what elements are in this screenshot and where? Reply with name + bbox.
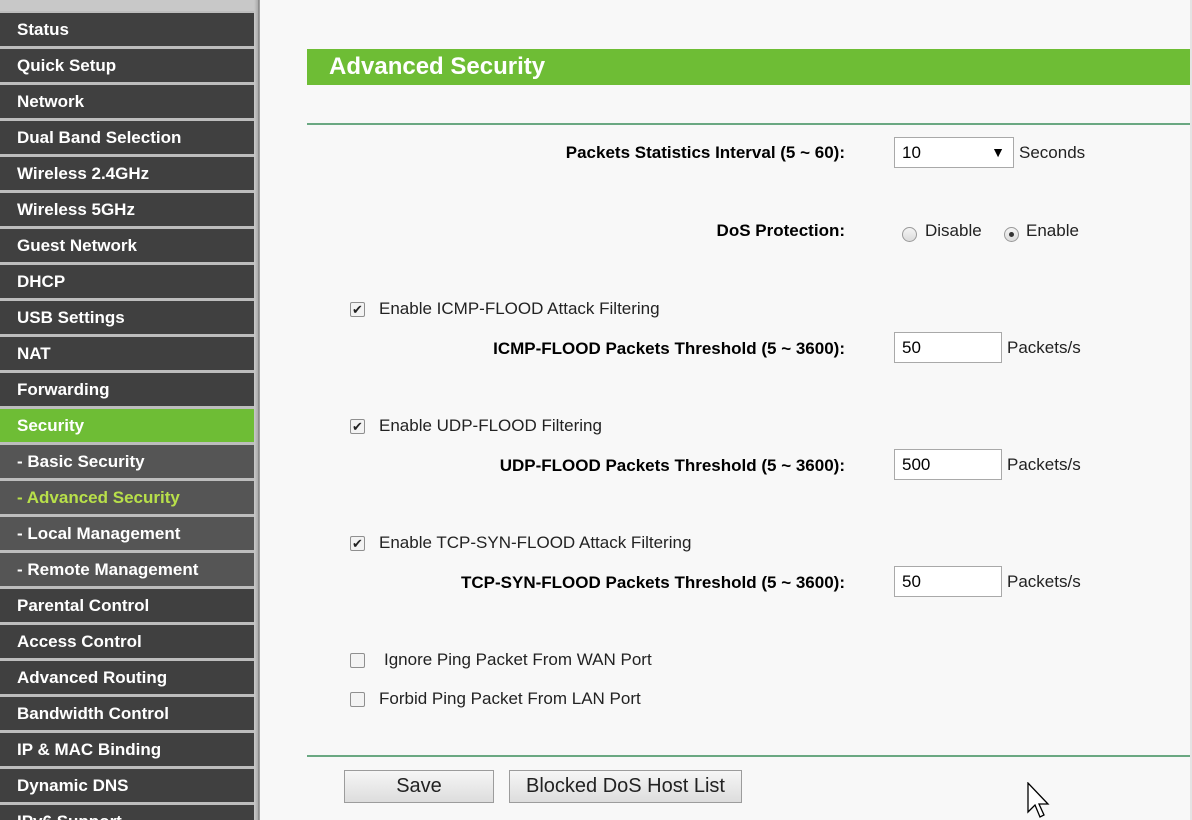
save-button[interactable]: Save xyxy=(344,770,494,803)
icmp-threshold-unit: Packets/s xyxy=(1007,338,1081,357)
tcp-threshold-unit: Packets/s xyxy=(1007,572,1081,591)
sidebar-item-basic-security[interactable]: - Basic Security xyxy=(0,445,254,478)
sidebar-item-nat[interactable]: NAT xyxy=(0,337,254,370)
sidebar-item-guest-network[interactable]: Guest Network xyxy=(0,229,254,262)
triangle-down-icon: ▼ xyxy=(991,144,1005,160)
udp-threshold-label: UDP-FLOOD Packets Threshold (5 ~ 3600): xyxy=(499,456,845,475)
stats-interval-select[interactable]: 10 ▼ xyxy=(894,137,1014,168)
sidebar-item-advanced-security[interactable]: - Advanced Security xyxy=(0,481,254,514)
dos-disable-radio[interactable] xyxy=(902,227,917,242)
sidebar-divider-line xyxy=(258,0,259,820)
sidebar-item-security[interactable]: Security xyxy=(0,409,254,442)
udp-threshold-unit: Packets/s xyxy=(1007,455,1081,474)
sidebar-item-status[interactable]: Status xyxy=(0,13,254,46)
sidebar-item-dynamic-dns[interactable]: Dynamic DNS xyxy=(0,769,254,802)
udp-flood-checkbox-label: Enable UDP-FLOOD Filtering xyxy=(379,416,602,435)
forbid-lan-ping-checkbox[interactable] xyxy=(350,692,365,707)
sidebar-item-ip-mac-binding[interactable]: IP & MAC Binding xyxy=(0,733,254,766)
sidebar-item-advanced-routing[interactable]: Advanced Routing xyxy=(0,661,254,694)
icmp-flood-checkbox-label: Enable ICMP-FLOOD Attack Filtering xyxy=(379,299,660,318)
menu-list: Status Quick Setup Network Dual Band Select… xyxy=(0,13,254,820)
checkmark-icon: ✔ xyxy=(352,419,363,434)
sidebar-top-strip xyxy=(0,0,254,13)
tcp-syn-flood-checkbox-label: Enable TCP-SYN-FLOOD Attack Filtering xyxy=(379,533,692,552)
sidebar-menu: Status Quick Setup Network Dual Band Select… xyxy=(0,0,254,820)
stats-interval-unit: Seconds xyxy=(1019,143,1086,162)
checkmark-icon: ✔ xyxy=(352,536,363,551)
sidebar-item-parental-control[interactable]: Parental Control xyxy=(0,589,254,622)
ignore-wan-ping-label: Ignore Ping Packet From WAN Port xyxy=(384,650,652,669)
mouse-pointer-icon xyxy=(1027,782,1050,818)
icmp-threshold-input[interactable]: 50 xyxy=(894,332,1002,363)
dos-enable-radio[interactable] xyxy=(1004,227,1019,242)
sidebar-item-dhcp[interactable]: DHCP xyxy=(0,265,254,298)
tcp-syn-flood-checkbox[interactable]: ✔ xyxy=(350,536,365,551)
blocked-dos-host-list-button[interactable]: Blocked DoS Host List xyxy=(509,770,742,803)
page-title: Advanced Security xyxy=(307,49,1192,85)
sidebar-item-remote-management[interactable]: - Remote Management xyxy=(0,553,254,586)
sidebar-item-bandwidth-control[interactable]: Bandwidth Control xyxy=(0,697,254,730)
sidebar-item-wireless-2-4ghz[interactable]: Wireless 2.4GHz xyxy=(0,157,254,190)
forbid-lan-ping-label: Forbid Ping Packet From LAN Port xyxy=(379,689,641,708)
sidebar-item-network[interactable]: Network xyxy=(0,85,254,118)
dos-disable-label: Disable xyxy=(925,221,982,240)
stats-interval-value: 10 xyxy=(902,143,921,162)
sidebar-item-dual-band-selection[interactable]: Dual Band Selection xyxy=(0,121,254,154)
dos-enable-label: Enable xyxy=(1026,221,1079,240)
sidebar-item-local-management[interactable]: - Local Management xyxy=(0,517,254,550)
radio-selected-dot xyxy=(1009,232,1014,237)
tcp-threshold-label: TCP-SYN-FLOOD Packets Threshold (5 ~ 360… xyxy=(460,573,845,592)
bottom-divider xyxy=(307,755,1192,757)
udp-flood-checkbox[interactable]: ✔ xyxy=(350,419,365,434)
top-divider xyxy=(307,123,1192,125)
icmp-flood-checkbox[interactable]: ✔ xyxy=(350,302,365,317)
sidebar-item-ipv6-support[interactable]: IPv6 Support xyxy=(0,805,254,820)
main-content: Advanced Security Packets Statistics Int… xyxy=(260,0,1192,820)
sidebar-item-access-control[interactable]: Access Control xyxy=(0,625,254,658)
sidebar-item-wireless-5ghz[interactable]: Wireless 5GHz xyxy=(0,193,254,226)
tcp-threshold-input[interactable]: 50 xyxy=(894,566,1002,597)
udp-threshold-input[interactable]: 500 xyxy=(894,449,1002,480)
sidebar-item-quick-setup[interactable]: Quick Setup xyxy=(0,49,254,82)
stats-interval-label: Packets Statistics Interval (5 ~ 60): xyxy=(565,143,845,162)
sidebar-item-forwarding[interactable]: Forwarding xyxy=(0,373,254,406)
dos-protection-label: DoS Protection: xyxy=(716,221,845,240)
sidebar-item-usb-settings[interactable]: USB Settings xyxy=(0,301,254,334)
icmp-threshold-label: ICMP-FLOOD Packets Threshold (5 ~ 3600): xyxy=(493,339,845,358)
checkmark-icon: ✔ xyxy=(352,302,363,317)
ignore-wan-ping-checkbox[interactable] xyxy=(350,653,365,668)
